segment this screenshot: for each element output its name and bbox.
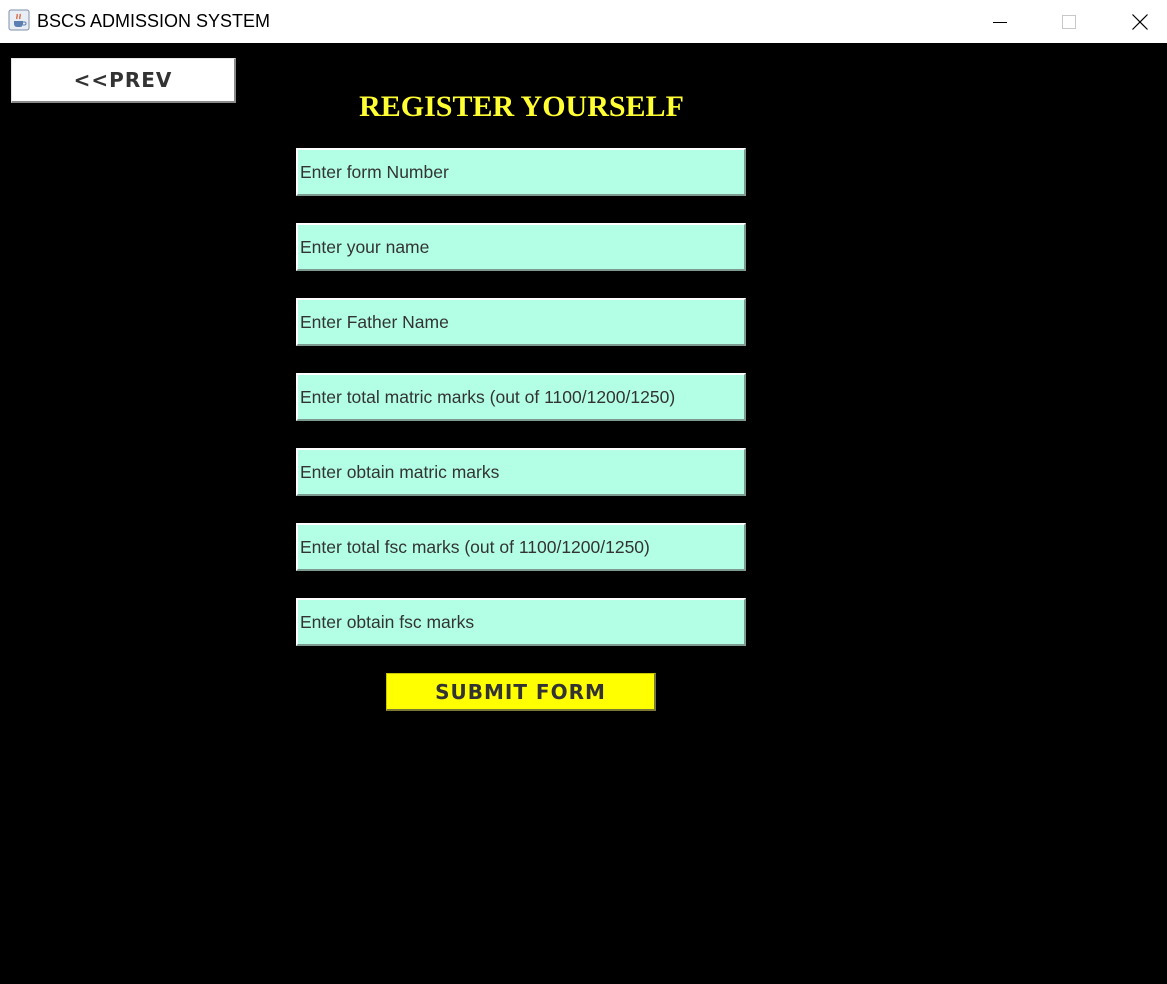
app-window: BSCS ADMISSION SYSTEM <<PREV REGISTER YO… xyxy=(0,0,1167,984)
page-title: REGISTER YOURSELF xyxy=(359,90,684,123)
obtain-matric-marks-field[interactable] xyxy=(296,448,746,496)
maximize-button[interactable] xyxy=(1046,0,1092,43)
window-title: BSCS ADMISSION SYSTEM xyxy=(37,11,271,31)
close-icon xyxy=(1132,13,1148,30)
minimize-button[interactable] xyxy=(977,0,1023,43)
submit-form-button[interactable]: SUBMIT FORM xyxy=(386,673,656,711)
title-bar: BSCS ADMISSION SYSTEM xyxy=(0,0,1167,43)
name-field[interactable] xyxy=(296,223,746,271)
java-cup-icon xyxy=(8,9,30,31)
total-fsc-marks-field[interactable] xyxy=(296,523,746,571)
maximize-icon xyxy=(1062,14,1076,29)
form-number-field[interactable] xyxy=(296,148,746,196)
obtain-fsc-marks-field[interactable] xyxy=(296,598,746,646)
close-button[interactable] xyxy=(1117,0,1163,43)
total-matric-marks-field[interactable] xyxy=(296,373,746,421)
father-name-field[interactable] xyxy=(296,298,746,346)
main-panel: <<PREV REGISTER YOURSELF SUBMIT FORM xyxy=(0,43,1167,984)
minimize-icon xyxy=(993,21,1007,23)
